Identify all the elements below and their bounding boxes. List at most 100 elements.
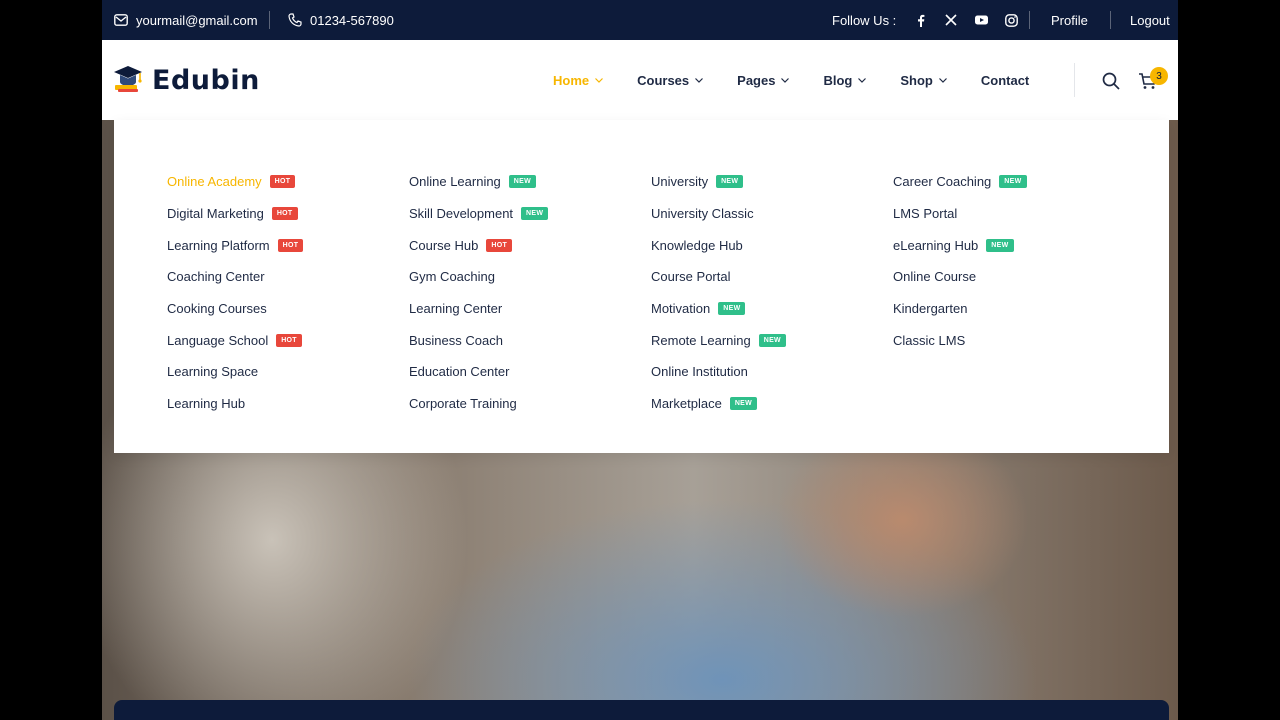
mega-menu-item[interactable]: Classic LMS: [893, 324, 1133, 356]
nav-pages[interactable]: Pages: [737, 72, 790, 88]
profile-label: Profile: [1051, 12, 1088, 28]
nav-shop[interactable]: Shop: [900, 73, 947, 88]
mega-menu-item-label: Remote Learning: [651, 332, 751, 348]
mega-menu-item[interactable]: Online Academy HOT: [167, 166, 407, 198]
follow-label: Follow Us :: [832, 12, 897, 28]
mega-menu-item[interactable]: Marketplace NEW: [651, 388, 891, 420]
follow-us: Follow Us :: [832, 0, 1018, 40]
nav-label: Blog: [823, 72, 853, 88]
mega-menu-item[interactable]: Remote Learning NEW: [651, 324, 891, 356]
mega-menu-item[interactable]: University Classic: [651, 198, 891, 230]
mega-menu-item-label: Gym Coaching: [409, 269, 495, 285]
phone-contact[interactable]: 01234-567890: [288, 0, 394, 40]
logout-link[interactable]: Logout: [1130, 0, 1170, 40]
phone-icon: [288, 13, 302, 27]
website: yourmail@gmail.com 01234-567890 Follow U…: [102, 0, 1178, 720]
mega-menu-item-label: Skill Development: [409, 206, 514, 222]
mega-menu-item[interactable]: Skill Development NEW: [409, 198, 649, 230]
mega-menu-item-label: Classic LMS: [893, 332, 966, 348]
chevron-down-icon: [781, 76, 790, 84]
mega-menu-item[interactable]: Coaching Center: [167, 261, 407, 293]
main-nav: Home Courses Pages Blog Shop Contact: [553, 40, 1063, 120]
mega-menu-item-label: Business Coach: [409, 332, 503, 348]
new-badge: NEW: [716, 175, 744, 189]
nav-label: Shop: [900, 72, 933, 88]
mega-menu-item[interactable]: LMS Portal: [893, 198, 1133, 230]
top-bar: yourmail@gmail.com 01234-567890 Follow U…: [102, 0, 1178, 40]
social-links: [914, 13, 1018, 27]
mega-menu-item[interactable]: University NEW: [651, 166, 891, 198]
new-badge: NEW: [508, 175, 537, 189]
mega-menu-item[interactable]: Kindergarten: [893, 293, 1133, 325]
mega-menu-item[interactable]: Business Coach: [409, 324, 649, 356]
mega-menu-item-label: Career Coaching: [893, 174, 992, 190]
mega-menu-item[interactable]: Motivation NEW: [651, 293, 891, 325]
hot-badge: HOT: [486, 238, 513, 252]
new-badge: NEW: [986, 238, 1014, 252]
mega-menu-item-label: Course Hub: [409, 237, 479, 253]
profile-link[interactable]: Profile: [1051, 0, 1088, 40]
mega-menu-item[interactable]: Education Center: [409, 356, 649, 388]
chevron-down-icon: [938, 76, 947, 84]
mega-menu-item-label: Learning Center: [409, 301, 503, 317]
mega-menu-item[interactable]: Digital Marketing HOT: [167, 198, 407, 230]
mega-menu-item[interactable]: Learning Center: [409, 293, 649, 325]
chevron-down-icon: [858, 76, 867, 84]
mega-menu-item[interactable]: Learning Space: [167, 356, 407, 388]
email-contact[interactable]: yourmail@gmail.com: [114, 0, 258, 40]
mega-menu-item-label: LMS Portal: [893, 206, 958, 222]
chevron-down-icon: [595, 76, 604, 84]
youtube-icon[interactable]: [974, 13, 988, 27]
new-badge: NEW: [758, 333, 786, 347]
mega-menu-item[interactable]: Career Coaching NEW: [893, 166, 1133, 198]
mega-menu-column: Online Learning NEW Skill Development NEW Co…: [409, 166, 649, 420]
mega-menu-item-label: Learning Platform: [167, 237, 270, 253]
mega-menu-item-label: Language School: [167, 332, 269, 348]
nav-contact[interactable]: Contact: [981, 73, 1029, 88]
mega-menu-item[interactable]: Course Hub HOT: [409, 229, 649, 261]
mega-menu-item-label: Online Course: [893, 269, 977, 285]
mega-menu-item[interactable]: Online Learning NEW: [409, 166, 649, 198]
mega-menu-item-label: Marketplace: [651, 396, 722, 412]
facebook-icon[interactable]: [914, 13, 928, 27]
search-icon[interactable]: [1101, 71, 1121, 91]
x-icon[interactable]: [944, 13, 958, 27]
hot-badge: HOT: [276, 333, 302, 347]
site-logo[interactable]: Edubin: [112, 62, 260, 99]
instagram-icon[interactable]: [1004, 13, 1018, 27]
hero-bottom-panel: [114, 700, 1169, 720]
mega-menu-column: Career Coaching NEW LMS Portal eLearning Hu…: [893, 166, 1133, 356]
divider: [1110, 11, 1111, 29]
nav-courses[interactable]: Courses: [637, 73, 704, 88]
mega-menu-item-label: University: [651, 174, 709, 190]
nav-label: Contact: [980, 72, 1030, 88]
mega-menu-item[interactable]: Language School HOT: [167, 324, 407, 356]
mega-menu-item-label: Coaching Center: [167, 269, 265, 285]
mega-menu-item[interactable]: Gym Coaching: [409, 261, 649, 293]
nav-label: Pages: [737, 72, 776, 88]
mega-menu-column: Online Academy HOT Digital Marketing HOT Lea…: [167, 166, 407, 420]
mega-menu-item[interactable]: Corporate Training: [409, 388, 649, 420]
mega-menu-item[interactable]: Online Course: [893, 261, 1133, 293]
phone-text: 01234-567890: [310, 12, 394, 28]
mega-menu-item[interactable]: eLearning Hub NEW: [893, 229, 1133, 261]
nav-label: Home: [553, 72, 590, 88]
mega-menu-item-label: Online Academy: [167, 174, 262, 190]
nav-home[interactable]: Home: [553, 72, 604, 88]
mega-menu-item[interactable]: Course Portal: [651, 261, 891, 293]
new-badge: NEW: [999, 175, 1027, 189]
mega-menu-item-label: Corporate Training: [409, 396, 517, 412]
main-header: Edubin Home Courses Pages Blog Shop Cont…: [102, 40, 1178, 120]
mega-menu-item-label: Learning Hub: [167, 396, 246, 412]
mega-menu-item-label: Online Institution: [651, 364, 748, 380]
mega-menu-item[interactable]: Learning Platform HOT: [167, 229, 407, 261]
mega-menu-item[interactable]: Knowledge Hub: [651, 229, 891, 261]
mega-menu-item-label: University Classic: [651, 206, 754, 222]
mega-menu-item-label: Knowledge Hub: [651, 237, 743, 253]
mega-menu-item[interactable]: Learning Hub: [167, 388, 407, 420]
mega-menu-item[interactable]: Online Institution: [651, 356, 891, 388]
nav-blog[interactable]: Blog: [823, 72, 867, 88]
mega-menu-item[interactable]: Cooking Courses: [167, 293, 407, 325]
logo-text: Edubin: [152, 65, 260, 96]
mega-menu-item-label: Cooking Courses: [167, 301, 267, 317]
